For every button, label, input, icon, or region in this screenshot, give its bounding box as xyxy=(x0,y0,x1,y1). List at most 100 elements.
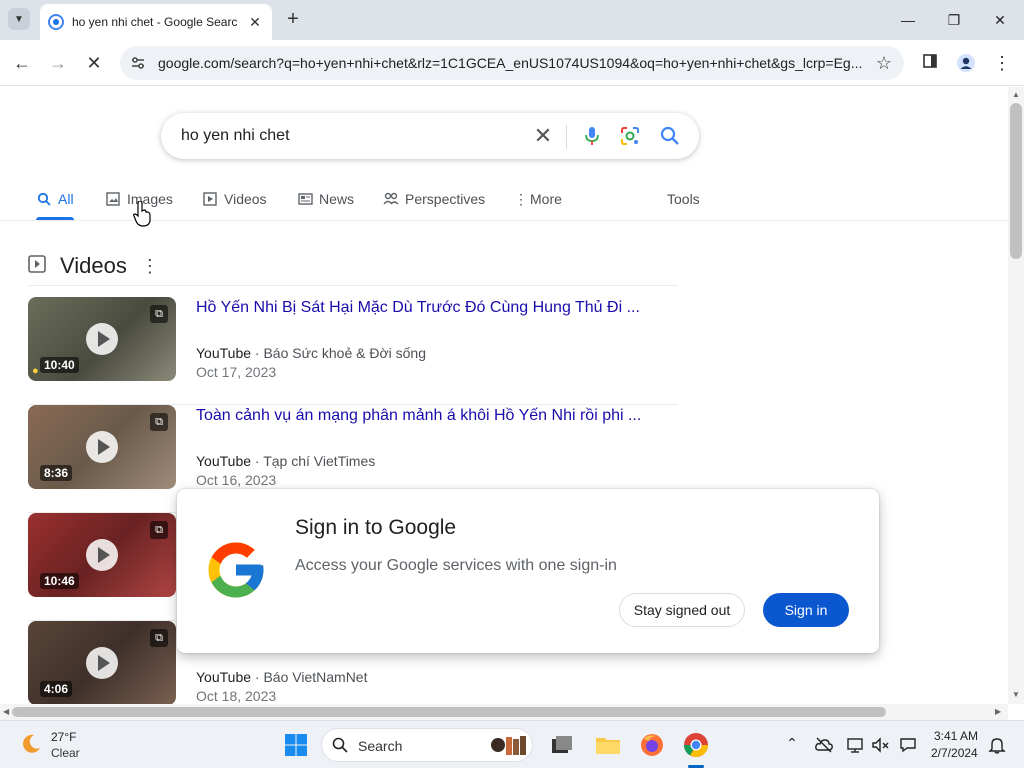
video-icon xyxy=(28,254,46,278)
back-arrow-icon[interactable]: ← xyxy=(11,52,33,74)
video-duration: 10:40 xyxy=(40,357,79,373)
tools-button[interactable]: Tools xyxy=(667,189,700,209)
section-options-icon[interactable]: ⋮ xyxy=(141,256,159,277)
bell-icon[interactable] xyxy=(987,735,1007,755)
stay-signed-out-button[interactable]: Stay signed out xyxy=(619,593,745,627)
profile-avatar-icon[interactable] xyxy=(956,53,976,73)
tab-videos-label: Videos xyxy=(224,191,267,207)
search-box[interactable]: ho yen nhi chet ✕ xyxy=(161,113,699,159)
video-source: YouTube · Tạp chí VietTimes xyxy=(196,453,376,469)
notification-chat-icon[interactable] xyxy=(898,735,918,755)
horizontal-scrollbar[interactable]: ◀ ▶ xyxy=(0,704,1008,720)
browser-menu-icon[interactable]: ⋮ xyxy=(992,53,1012,73)
scroll-down-icon[interactable]: ▼ xyxy=(1012,690,1020,699)
tab-videos[interactable]: Videos xyxy=(202,189,267,209)
scroll-up-icon[interactable]: ▲ xyxy=(1012,90,1020,99)
minimize-icon[interactable]: — xyxy=(898,10,918,30)
new-tab-icon[interactable]: + xyxy=(283,9,303,29)
video-channel: Báo VietNamNet xyxy=(263,669,368,685)
side-panel-icon[interactable] xyxy=(920,53,940,73)
video-thumbnail[interactable]: 10:46 ⧉ xyxy=(28,513,176,597)
expand-icon[interactable]: ⧉ xyxy=(150,305,168,323)
search-input[interactable]: ho yen nhi chet xyxy=(181,127,290,145)
tab-all[interactable]: All xyxy=(36,189,74,209)
expand-icon[interactable]: ⧉ xyxy=(150,629,168,647)
forward-arrow-icon[interactable]: → xyxy=(47,52,69,74)
video-duration: 4:06 xyxy=(40,681,73,697)
vertical-scroll-thumb[interactable] xyxy=(1010,103,1022,259)
volume-muted-icon[interactable] xyxy=(870,735,890,755)
videos-section-title: Videos xyxy=(60,253,127,278)
browser-tab[interactable]: ho yen nhi chet - Google Searc ✕ xyxy=(40,4,272,40)
moon-weather-icon[interactable] xyxy=(20,733,42,755)
weather-temperature: 27°F xyxy=(51,730,77,744)
tools-label: Tools xyxy=(667,191,700,207)
google-lens-icon[interactable] xyxy=(619,125,641,147)
video-title-link[interactable]: Hồ Yến Nhi Bị Sát Hại Mặc Dù Trước Đó Cù… xyxy=(196,299,640,317)
cloud-sync-icon[interactable] xyxy=(814,735,834,755)
tab-perspectives[interactable]: Perspectives xyxy=(383,189,485,209)
chevron-up-icon[interactable]: ⌃ xyxy=(782,735,802,755)
thumbnail-overlay-text: ● xyxy=(32,365,39,377)
vertical-scrollbar[interactable]: ▲ ▼ xyxy=(1008,87,1024,704)
network-icon[interactable] xyxy=(846,735,866,755)
clear-search-icon[interactable]: ✕ xyxy=(531,123,555,149)
search-filter-tabs: All Images Videos News Perspectives ⋮ Mo… xyxy=(0,187,1008,221)
news-icon xyxy=(297,191,313,207)
expand-icon[interactable]: ⧉ xyxy=(150,521,168,539)
google-favicon-icon xyxy=(48,14,64,30)
scroll-left-icon[interactable]: ◀ xyxy=(3,707,9,716)
file-explorer-icon[interactable] xyxy=(594,731,622,759)
close-tab-icon[interactable]: ✕ xyxy=(246,14,264,31)
firefox-icon[interactable] xyxy=(638,731,666,759)
play-icon xyxy=(86,647,118,679)
site-info-icon[interactable] xyxy=(128,53,148,73)
sign-in-button[interactable]: Sign in xyxy=(763,593,849,627)
video-title-link[interactable]: Toàn cảnh vụ án mạng phân mảnh á khôi Hồ… xyxy=(196,407,641,425)
video-thumbnail[interactable]: ● 10:40 ⧉ xyxy=(28,297,176,381)
tab-more[interactable]: ⋮ More xyxy=(514,189,562,209)
clock-time[interactable]: 3:41 AM xyxy=(934,729,978,743)
search-highlight-icon xyxy=(491,736,526,755)
videos-section-header: Videos ⋮ xyxy=(28,251,159,281)
search-icon[interactable] xyxy=(659,125,681,147)
address-bar[interactable]: google.com/search?q=ho+yen+nhi+chet&rlz=… xyxy=(120,46,904,80)
search-icon xyxy=(332,737,348,753)
video-thumbnail[interactable]: 4:06 ⧉ xyxy=(28,621,176,704)
video-result[interactable]: ● 10:40 ⧉ Hồ Yến Nhi Bị Sát Hại Mặc Dù T… xyxy=(28,297,678,405)
weather-description: Clear xyxy=(51,746,80,760)
task-view-icon[interactable] xyxy=(548,731,576,759)
tab-strip: ▼ ho yen nhi chet - Google Searc ✕ + — ❐… xyxy=(0,0,1024,40)
video-source-name: YouTube xyxy=(196,453,252,469)
stop-loading-icon[interactable]: ✕ xyxy=(83,52,105,74)
bookmark-star-icon[interactable]: ☆ xyxy=(876,53,892,74)
chrome-icon[interactable] xyxy=(682,731,710,759)
video-source: YouTube · Báo VietNamNet xyxy=(196,669,368,685)
url-text[interactable]: google.com/search?q=ho+yen+nhi+chet&rlz=… xyxy=(158,55,864,71)
restore-icon[interactable]: ❐ xyxy=(944,10,964,30)
signin-subtitle: Access your Google services with one sig… xyxy=(295,557,617,574)
video-icon xyxy=(202,191,218,207)
video-duration: 8:36 xyxy=(40,465,73,481)
play-icon xyxy=(86,431,118,463)
video-source-name: YouTube xyxy=(196,669,252,685)
video-date: Oct 18, 2023 xyxy=(196,688,277,704)
play-icon xyxy=(86,323,118,355)
kebab-icon: ⋮ xyxy=(514,190,528,207)
signin-prompt-dialog: Sign in to Google Access your Google ser… xyxy=(177,489,879,653)
scroll-right-icon[interactable]: ▶ xyxy=(995,707,1001,716)
browser-toolbar: ← → ✕ google.com/search?q=ho+yen+nhi+che… xyxy=(0,40,1024,86)
video-date: Oct 16, 2023 xyxy=(196,472,277,488)
expand-icon[interactable]: ⧉ xyxy=(150,413,168,431)
taskbar-search[interactable]: Search xyxy=(321,728,533,762)
microphone-icon[interactable] xyxy=(581,125,603,147)
clock-date[interactable]: 2/7/2024 xyxy=(931,746,978,760)
horizontal-scroll-thumb[interactable] xyxy=(12,707,886,717)
windows-start-icon[interactable] xyxy=(284,733,308,757)
window-close-icon[interactable]: ✕ xyxy=(990,10,1010,30)
people-icon xyxy=(383,191,399,207)
video-source-name: YouTube xyxy=(196,345,252,361)
tab-news[interactable]: News xyxy=(297,189,354,209)
video-thumbnail[interactable]: 8:36 ⧉ xyxy=(28,405,176,489)
tab-search-button[interactable]: ▼ xyxy=(8,8,30,30)
